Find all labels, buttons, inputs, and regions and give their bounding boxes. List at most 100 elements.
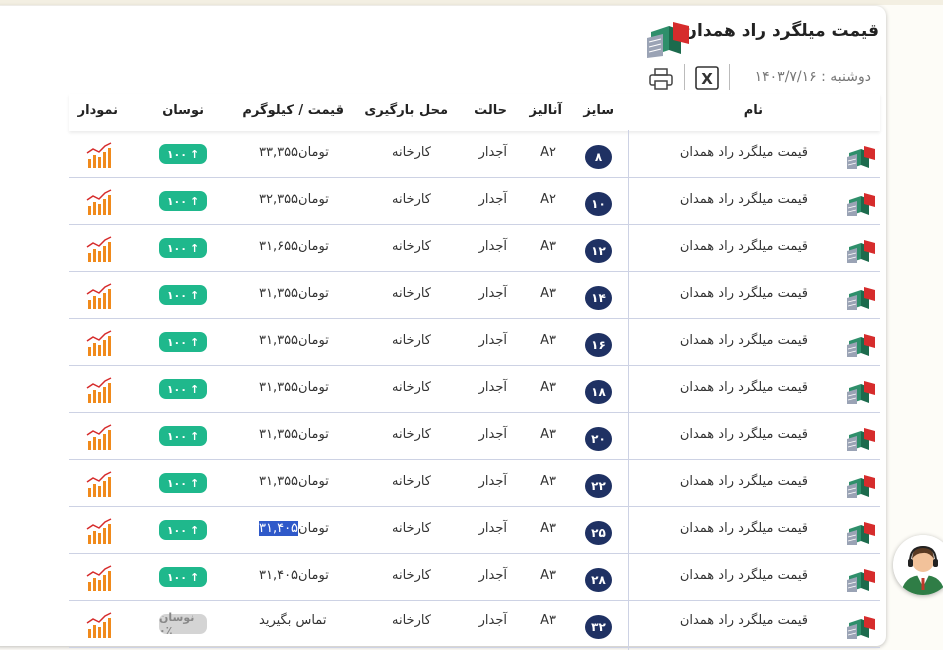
size-badge: ۲۵: [585, 521, 612, 545]
price-unit: تومان: [298, 380, 329, 395]
price-number: ۳۲,۳۵۵: [259, 192, 299, 207]
size-badge: ۱۴: [585, 286, 612, 310]
price-table: نام سایز آنالیز حالت محل بارگیری قیمت / …: [69, 94, 880, 650]
change-value: ۱۰۰: [166, 288, 187, 302]
price-value: تومان۳۱,۶۵۵: [259, 239, 329, 254]
col-state: حالت: [474, 103, 507, 118]
page-title: قیمت میلگرد راد همدان: [682, 21, 880, 41]
print-icon[interactable]: [648, 67, 674, 91]
change-badge: ۱۰۰ ↑: [159, 191, 207, 211]
rebar-product-icon: [847, 475, 875, 498]
bar-chart-icon[interactable]: [85, 329, 113, 357]
product-name[interactable]: قیمت میلگرد راد همدان: [680, 286, 808, 301]
analysis-value: A۳: [540, 521, 556, 536]
price-number: ۳۱,۳۵۵: [259, 333, 299, 348]
bar-chart-icon[interactable]: [85, 188, 113, 216]
bar-chart-icon[interactable]: [85, 517, 113, 545]
table-row[interactable]: قیمت میلگرد راد همدان ۱۰ A۲ آجدار کارخان…: [69, 178, 880, 225]
price-value: تومان۳۱,۳۵۵: [259, 427, 329, 442]
table-header: نام سایز آنالیز حالت محل بارگیری قیمت / …: [69, 94, 880, 131]
bar-chart-icon[interactable]: [85, 564, 113, 592]
price-unit: تومان: [298, 521, 329, 536]
col-location: محل بارگیری: [364, 103, 448, 118]
bar-chart-icon[interactable]: [85, 470, 113, 498]
col-change: نوسان: [162, 103, 204, 118]
change-badge: ۱۰۰ ↑: [159, 426, 207, 446]
price-number: ۳۱,۶۵۵: [259, 239, 299, 254]
analysis-value: A۳: [540, 286, 556, 301]
change-value: ۱۰۰: [166, 429, 187, 443]
bar-chart-icon[interactable]: [85, 282, 113, 310]
size-badge: ۲۰: [585, 427, 612, 451]
price-number: ۳۱,۴۰۵: [259, 568, 299, 583]
size-badge: ۱۸: [585, 380, 612, 404]
table-row[interactable]: قیمت میلگرد راد همدان ۲۰ A۳ آجدار کارخان…: [69, 413, 880, 460]
rebar-product-icon: [847, 193, 875, 216]
table-row[interactable]: قیمت میلگرد راد همدان ۱۸ A۳ آجدار کارخان…: [69, 366, 880, 413]
change-value: ۱۰۰: [166, 194, 187, 208]
price-unit: تومان: [298, 474, 329, 489]
price-value: تومان۳۱,۳۵۵: [259, 286, 329, 301]
bar-chart-icon[interactable]: [85, 611, 113, 639]
col-chart: نمودار: [77, 103, 118, 118]
excel-icon[interactable]: X: [694, 65, 720, 91]
table-row[interactable]: قیمت میلگرد راد همدان ۱۶ A۳ آجدار کارخان…: [69, 319, 880, 366]
state-value: آجدار: [478, 568, 507, 583]
product-name[interactable]: قیمت میلگرد راد همدان: [680, 239, 808, 254]
product-name[interactable]: قیمت میلگرد راد همدان: [680, 192, 808, 207]
arrow-up-icon: ↑: [189, 147, 200, 161]
size-badge: ۸: [585, 145, 612, 169]
analysis-value: A۳: [540, 613, 556, 628]
state-value: آجدار: [478, 521, 507, 536]
product-name[interactable]: قیمت میلگرد راد همدان: [680, 145, 808, 160]
product-name[interactable]: قیمت میلگرد راد همدان: [680, 427, 808, 442]
table-row[interactable]: قیمت میلگرد راد همدان ۱۴ A۳ آجدار کارخان…: [69, 272, 880, 319]
bar-chart-icon[interactable]: [85, 141, 113, 169]
analysis-value: A۳: [540, 474, 556, 489]
rebar-product-icon: [847, 240, 875, 263]
analysis-value: A۳: [540, 380, 556, 395]
product-name[interactable]: قیمت میلگرد راد همدان: [680, 568, 808, 583]
price-value: تومان۳۱,۳۵۵: [259, 333, 329, 348]
state-value: آجدار: [478, 192, 507, 207]
price-value: تومان۳۱,۴۰۵: [259, 521, 329, 536]
table-row[interactable]: قیمت میلگرد راد همدان ۱۲ A۳ آجدار کارخان…: [69, 225, 880, 272]
col-name: نام: [743, 103, 763, 118]
product-name[interactable]: قیمت میلگرد راد همدان: [680, 333, 808, 348]
size-badge: ۳۲: [585, 615, 612, 639]
rebar-product-icon: [847, 616, 875, 639]
table-row[interactable]: قیمت میلگرد راد همدان ۲۲ A۳ آجدار کارخان…: [69, 460, 880, 507]
price-value: تومان۳۱,۴۰۵: [259, 568, 329, 583]
product-name[interactable]: قیمت میلگرد راد همدان: [680, 474, 808, 489]
product-name[interactable]: قیمت میلگرد راد همدان: [680, 613, 808, 628]
arrow-up-icon: ↑: [189, 382, 200, 396]
bar-chart-icon[interactable]: [85, 376, 113, 404]
state-value: آجدار: [478, 474, 507, 489]
arrow-up-icon: ↑: [189, 429, 200, 443]
table-row[interactable]: قیمت میلگرد راد همدان ۲۸ A۳ آجدار کارخان…: [69, 554, 880, 601]
arrow-up-icon: ↑: [189, 288, 200, 302]
change-badge: ۱۰۰ ↑: [159, 332, 207, 352]
price-unit: تومان: [298, 333, 329, 348]
size-badge: ۱۶: [585, 333, 612, 357]
analysis-value: A۲: [540, 192, 556, 207]
price-number: ۳۱,۳۵۵: [259, 286, 299, 301]
table-row[interactable]: قیمت میلگرد راد همدان ۸ A۲ آجدار کارخانه…: [69, 131, 880, 178]
price-number: ۳۱,۳۵۵: [259, 380, 299, 395]
bar-chart-icon[interactable]: [85, 235, 113, 263]
price-value: تومان۳۲,۳۵۵: [259, 192, 329, 207]
col-analysis: آنالیز: [529, 103, 563, 118]
price-number: ۳۱,۳۵۵: [259, 474, 299, 489]
table-row[interactable]: قیمت میلگرد راد همدان ۳۲ A۳ آجدار کارخان…: [69, 601, 880, 648]
state-value: آجدار: [478, 145, 507, 160]
change-badge: ۱۰۰ ↑: [159, 567, 207, 587]
price-number: ۳۳,۳۵۵: [259, 145, 299, 160]
bar-chart-icon[interactable]: [85, 423, 113, 451]
table-row[interactable]: قیمت میلگرد راد همدان ۲۵ A۳ آجدار کارخان…: [69, 507, 880, 554]
product-name[interactable]: قیمت میلگرد راد همدان: [680, 380, 808, 395]
arrow-up-icon: ↑: [189, 335, 200, 349]
svg-text:X: X: [701, 70, 713, 88]
product-name[interactable]: قیمت میلگرد راد همدان: [680, 521, 808, 536]
table-body: قیمت میلگرد راد همدان ۸ A۲ آجدار کارخانه…: [69, 131, 880, 648]
support-agent-icon[interactable]: [893, 535, 943, 595]
